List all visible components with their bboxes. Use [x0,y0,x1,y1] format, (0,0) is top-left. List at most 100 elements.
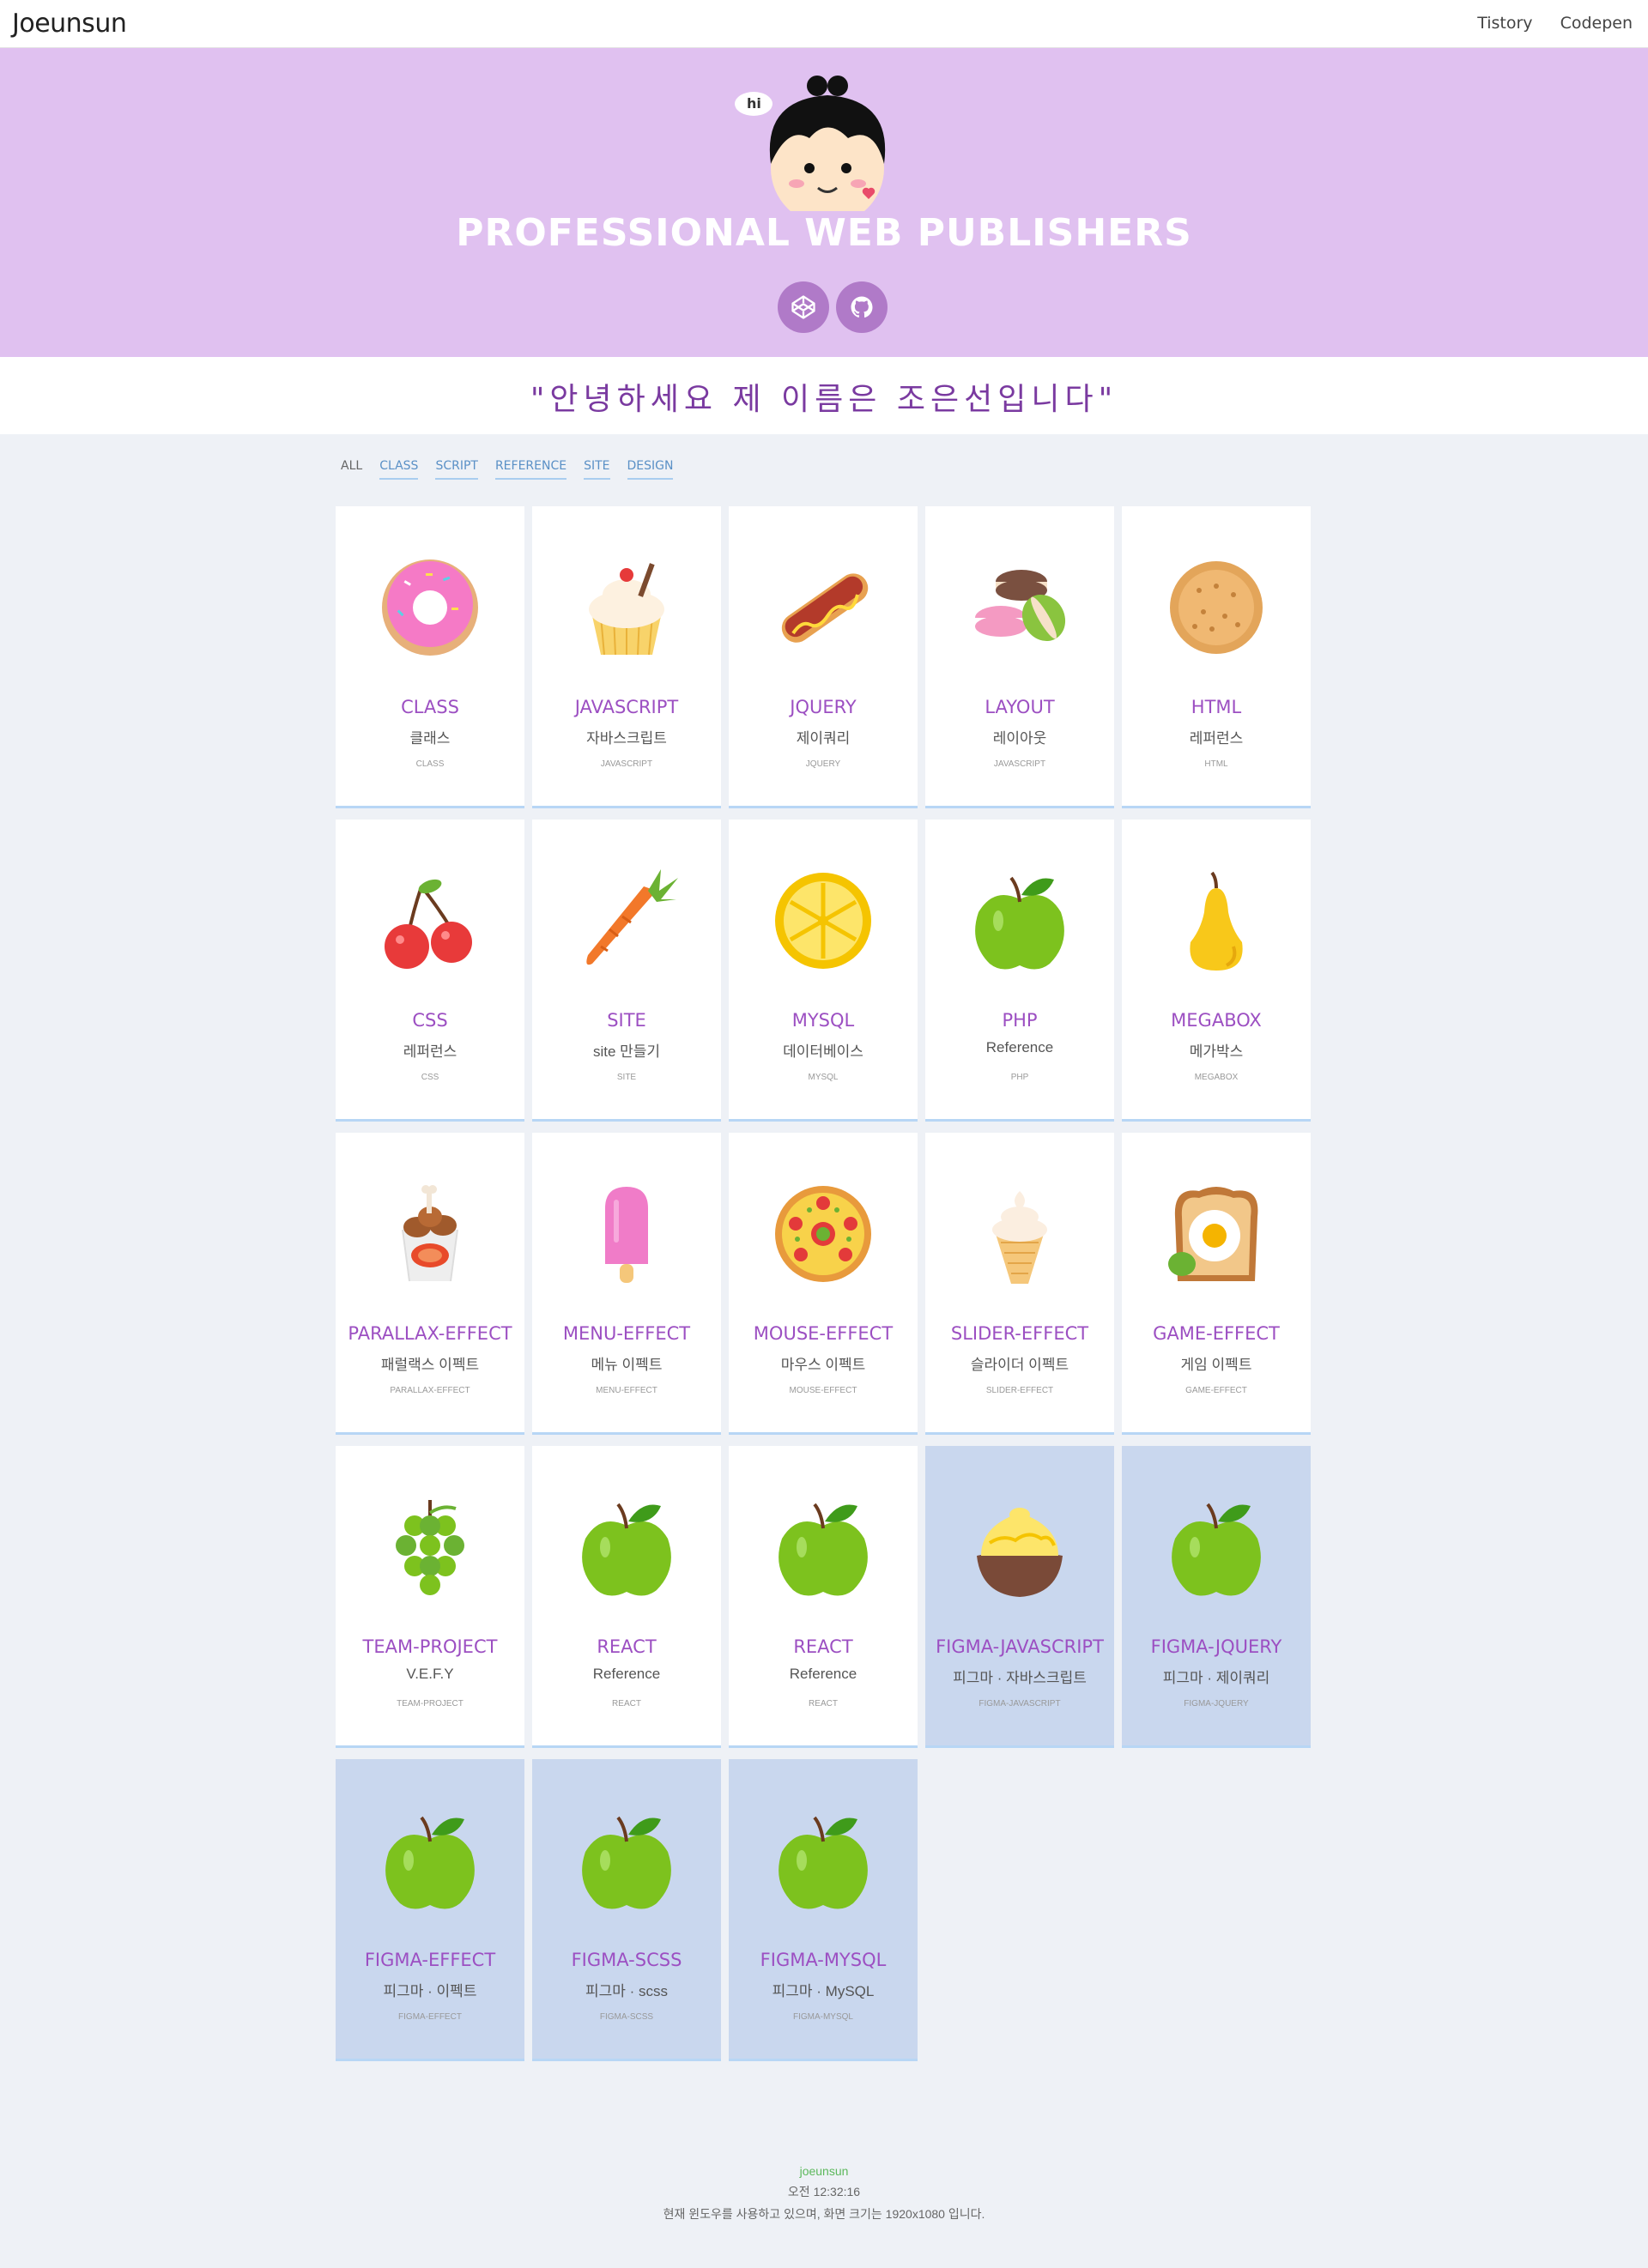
footer-name[interactable]: joeunsun [0,2164,1648,2178]
card-tag: FIGMA-EFFECT [398,2012,462,2022]
card-title: GAME-EFFECT [1153,1323,1280,1344]
footer: joeunsun 오전 12:32:16 현재 윈도우를 사용하고 있으며, 화… [0,2164,1648,2223]
project-card[interactable]: CLASS 클래스 CLASS [336,506,524,808]
card-tag: MENU-EFFECT [596,1386,657,1395]
pear-icon [1190,871,1243,971]
card-tag: PARALLAX-EFFECT [390,1386,470,1395]
card-title: JAVASCRIPT [574,697,679,717]
card-subtitle: 데이터베이스 [783,1043,863,1060]
nav-link-codepen[interactable]: Codepen [1560,14,1633,33]
macaron-icon [975,570,1066,642]
card-subtitle: 레퍼런스 [1189,730,1244,747]
card-tag: MEGABOX [1194,1073,1239,1082]
card-title: CLASS [401,697,459,717]
card-tag: REACT [612,1699,641,1709]
social-links [778,281,888,333]
codepen-button[interactable] [778,281,829,333]
project-card[interactable]: MENU-EFFECT 메뉴 이펙트 MENU-EFFECT [532,1133,721,1435]
card-subtitle: 마우스 이펙트 [780,1357,866,1373]
apple-icon [1172,1503,1261,1596]
project-card[interactable]: HTML 레퍼런스 HTML [1122,506,1311,808]
project-card[interactable]: MEGABOX 메가박스 MEGABOX [1122,820,1311,1122]
project-card[interactable]: SLIDER-EFFECT 슬라이더 이펙트 SLIDER-EFFECT [925,1133,1114,1435]
card-subtitle: 피그마 · 이펙트 [383,1983,477,1999]
card-subtitle: 제이쿼리 [796,730,851,747]
card-subtitle: 피그마 · 자바스크립트 [953,1670,1087,1686]
project-card[interactable]: MOUSE-EFFECT 마우스 이펙트 MOUSE-EFFECT [729,1133,918,1435]
filter-site[interactable]: SITE [584,459,610,480]
card-title: PHP [1002,1010,1038,1031]
apple-icon [975,876,1064,970]
apple-icon [385,1816,475,1909]
card-title: FIGMA-SCSS [571,1950,682,1970]
category-filters: ALL CLASS SCRIPT REFERENCE SITE DESIGN [341,459,674,480]
project-card[interactable]: CSS 레퍼런스 CSS [336,820,524,1122]
project-card[interactable]: REACT Reference REACT [532,1446,721,1748]
intro-quote: "안녕하세요 제 이름은 조은선입니다" [530,382,1118,417]
grapes-icon [396,1500,464,1595]
hero-banner: hi PROFESSIONAL WEB PUBLISHERS [0,48,1648,357]
project-card[interactable]: FIGMA-SCSS 피그마 · scss FIGMA-SCSS [532,1759,721,2061]
filter-design[interactable]: DESIGN [627,459,674,480]
nav-links: Tistory Codepen [1477,14,1633,33]
project-card[interactable]: FIGMA-JQUERY 피그마 · 제이쿼리 FIGMA-JQUERY [1122,1446,1311,1748]
project-card[interactable]: PARALLAX-EFFECT 패럴랙스 이펙트 PARALLAX-EFFECT [336,1133,524,1435]
card-title: FIGMA-JAVASCRIPT [936,1636,1104,1657]
card-title: SITE [607,1010,646,1031]
card-tag: FIGMA-MYSQL [792,2012,853,2022]
card-tag: FIGMA-JAVASCRIPT [978,1699,1061,1709]
project-card[interactable]: PHP Reference PHP [925,820,1114,1122]
card-subtitle: 피그마 · MySQL [772,1983,875,1999]
card-title: SLIDER-EFFECT [950,1323,1089,1344]
card-title: FIGMA-MYSQL [760,1950,887,1970]
pudding-icon [977,1508,1063,1597]
card-tag: FIGMA-SCSS [599,2012,654,2022]
card-tag: FIGMA-JQUERY [1184,1699,1249,1709]
card-subtitle: 클래스 [409,730,451,747]
project-card[interactable]: TEAM-PROJECT V.E.F.Y TEAM-PROJECT [336,1446,524,1748]
card-subtitle: 피그마 · scss [585,1983,669,1999]
filter-class[interactable]: CLASS [379,459,419,480]
card-tag: CLASS [415,759,445,769]
hero-title: PROFESSIONAL WEB PUBLISHERS [456,211,1192,255]
project-card[interactable]: LAYOUT 레이아웃 JAVASCRIPT [925,506,1114,808]
project-card[interactable]: MYSQL 데이터베이스 MYSQL [729,820,918,1122]
project-card[interactable]: SITE site 만들기 SITE [532,820,721,1122]
filter-all[interactable]: ALL [341,459,362,480]
project-card[interactable]: JAVASCRIPT 자바스크립트 JAVASCRIPT [532,506,721,808]
card-title: REACT [793,1636,853,1657]
project-card[interactable]: REACT Reference REACT [729,1446,918,1748]
project-card[interactable]: FIGMA-MYSQL 피그마 · MySQL FIGMA-MYSQL [729,1759,918,2061]
filter-script[interactable]: SCRIPT [435,459,478,480]
card-tag: SITE [616,1073,637,1082]
brand-logo[interactable]: Joeunsun [12,9,127,39]
card-title: FIGMA-JQUERY [1150,1636,1282,1657]
card-tag: HTML [1204,759,1228,769]
ice-cream-icon [992,1191,1047,1284]
pizza-icon [775,1186,871,1282]
github-button[interactable] [836,281,888,333]
project-card[interactable]: FIGMA-EFFECT 피그마 · 이펙트 FIGMA-EFFECT [336,1759,524,2061]
apple-icon [779,1816,868,1909]
project-card[interactable]: FIGMA-JAVASCRIPT 피그마 · 자바스크립트 FIGMA-JAVASC… [925,1446,1114,1748]
card-title: MENU-EFFECT [562,1323,691,1344]
card-subtitle: 패럴랙스 이펙트 [380,1357,480,1373]
filter-reference[interactable]: REFERENCE [494,459,567,480]
apple-icon [779,1503,868,1596]
project-card[interactable]: JQUERY 제이쿼리 JQUERY [729,506,918,808]
card-title: MEGABOX [1171,1010,1262,1031]
card-tag: REACT [809,1699,838,1709]
card-title: REACT [597,1636,657,1657]
card-subtitle: 피그마 · 제이쿼리 [1162,1670,1270,1686]
card-tag: CSS [421,1073,439,1082]
project-grid: CLASS 클래스 CLASS JAVASCRIPT 자바스크립트 JAVASCRIPT J… [336,506,1312,2061]
card-subtitle: V.E.F.Y [406,1666,454,1682]
project-card[interactable]: GAME-EFFECT 게임 이펙트 GAME-EFFECT [1122,1133,1311,1435]
card-subtitle: 자바스크립트 [586,730,667,747]
donut-icon [382,559,478,656]
card-title: MYSQL [791,1010,855,1031]
card-subtitle: 레퍼런스 [403,1043,457,1060]
carrot-icon [586,869,678,965]
card-tag: JQUERY [805,759,841,769]
nav-link-tistory[interactable]: Tistory [1477,14,1532,33]
